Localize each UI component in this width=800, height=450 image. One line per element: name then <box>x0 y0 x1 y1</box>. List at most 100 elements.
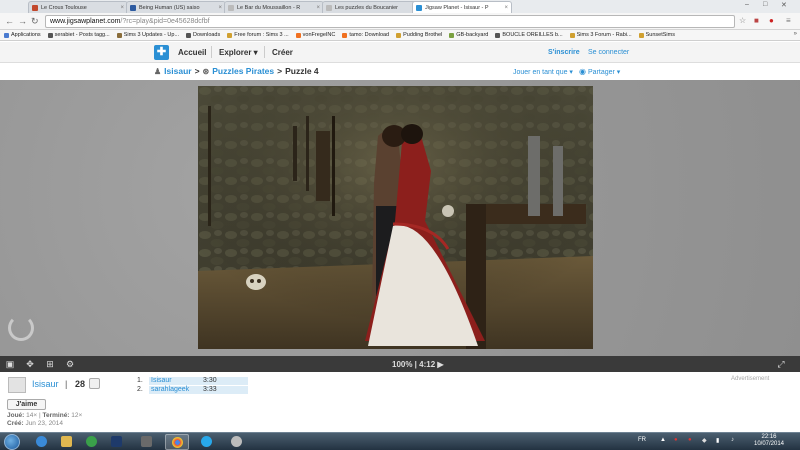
bookmark-item[interactable]: tamo: Download <box>342 32 389 38</box>
like-button[interactable]: J'aime <box>7 399 46 410</box>
close-tab-icon[interactable]: × <box>316 5 320 11</box>
tab-favicon-icon <box>32 4 38 11</box>
bookmark-favicon-icon <box>569 32 575 38</box>
leaderboard: 1. Isisaur 3:30 2. sarahlageek 3:33 <box>137 376 248 394</box>
breadcrumb-collection[interactable]: Puzzles Pirates <box>212 66 274 76</box>
browser-toolbar: ← → ↻ www.jigsawplanet.com/?rc=play&pid=… <box>0 13 800 30</box>
taskbar-clock[interactable]: 22:16 10/07/2014 <box>752 434 786 448</box>
bookmark-favicon-icon <box>116 32 122 38</box>
tray-expand-icon[interactable]: ▲ <box>660 437 666 443</box>
breadcrumb-bar: ♟ Isisaur > ⊛ Puzzles Pirates > Puzzle 4… <box>0 63 800 80</box>
bookmark-favicon-icon <box>638 32 644 38</box>
bookmark-item[interactable]: SunsetSims <box>638 32 675 38</box>
pirate-scene-illustration <box>198 86 593 349</box>
leaderboard-row: 1. Isisaur 3:30 <box>137 376 248 385</box>
minimize-icon[interactable]: – <box>745 1 749 8</box>
bookmark-item[interactable]: BOUCLE OREILLES b... <box>495 32 563 38</box>
bookmark-item[interactable]: Sims 3 Updates - Up... <box>116 32 179 38</box>
bookmark-item[interactable]: Downloads <box>186 32 220 38</box>
bookmark-item[interactable]: Applications <box>4 32 41 38</box>
close-window-icon[interactable]: ✕ <box>781 1 787 9</box>
browser-tab[interactable]: Le Crous Toulouse × <box>28 1 128 13</box>
share-dropdown[interactable]: Partager ▾ <box>588 68 620 76</box>
breadcrumb-user[interactable]: Isisaur <box>164 66 191 76</box>
browser-tab[interactable]: Being Human (US) saiso × <box>126 1 226 13</box>
preview-image-icon[interactable]: ▣ <box>5 359 15 369</box>
taskbar-chrome[interactable] <box>165 434 189 450</box>
login-link[interactable]: Se connecter <box>588 49 629 56</box>
taskbar-ie[interactable] <box>30 434 54 450</box>
bookmark-item[interactable]: GB-backyard <box>449 32 488 38</box>
extension-icon[interactable]: ■ <box>754 16 759 25</box>
site-header: ✚ Accueil Explorer ▾ Créer S'inscrire Se… <box>0 42 800 63</box>
bookmarks-overflow-icon[interactable]: » <box>794 31 797 37</box>
adblock-icon[interactable]: ● <box>769 16 774 25</box>
close-tab-icon[interactable]: × <box>504 5 508 11</box>
maximize-icon[interactable]: □ <box>763 1 767 8</box>
taskbar-tool[interactable] <box>225 434 249 450</box>
puzzle-stage[interactable] <box>0 80 800 356</box>
nav-create[interactable]: Créer <box>272 48 293 57</box>
close-tab-icon[interactable]: × <box>218 5 222 11</box>
bookmark-item[interactable]: vonFregeINC <box>295 32 335 38</box>
start-button[interactable] <box>4 434 20 450</box>
taskbar-sims[interactable] <box>135 434 159 450</box>
bookmark-favicon-icon <box>47 32 53 38</box>
follow-checkbox[interactable] <box>89 378 100 389</box>
tab-favicon-icon <box>130 4 136 11</box>
advertisement-label: Advertisement <box>731 376 770 382</box>
nav-home[interactable]: Accueil <box>178 48 206 57</box>
bookmark-favicon-icon <box>495 32 501 38</box>
nav-explore[interactable]: Explorer ▾ <box>219 48 258 57</box>
player-link[interactable]: sarahlageek <box>149 385 201 394</box>
taskbar-explorer[interactable] <box>55 434 79 450</box>
tab-favicon-icon <box>326 4 332 11</box>
browser-tab[interactable]: Le Bar du Moussaillon - R × <box>224 1 324 13</box>
bookmark-star-icon[interactable]: ☆ <box>739 16 746 25</box>
bookmark-favicon-icon <box>227 32 233 38</box>
volume-icon[interactable]: ♪ <box>731 437 734 443</box>
taskbar-media[interactable] <box>80 434 104 450</box>
puzzle-image[interactable] <box>198 86 593 349</box>
network-icon[interactable]: ▮ <box>716 437 719 444</box>
reload-icon[interactable]: ↻ <box>31 16 39 26</box>
breadcrumb-current: Puzzle 4 <box>285 66 319 76</box>
browser-tabstrip: Le Crous Toulouse × Being Human (US) sai… <box>0 0 800 13</box>
ghost-image-icon[interactable]: ✥ <box>25 359 35 369</box>
internet-explorer-icon <box>36 436 47 447</box>
tray-app-icon[interactable]: ◆ <box>702 437 707 444</box>
tray-app-icon[interactable]: ● <box>688 437 692 443</box>
jigsawplanet-logo-icon[interactable]: ✚ <box>154 45 169 60</box>
progress-timer[interactable]: 100% | 4:12 ▶ <box>392 360 444 369</box>
tab-favicon-icon <box>228 4 234 11</box>
language-indicator[interactable]: FR <box>638 437 646 443</box>
edge-pieces-icon[interactable]: ⊞ <box>45 359 55 369</box>
puzzle-controls: ▣ ✥ ⊞ ⚙ 100% | 4:12 ▶ ⤢ <box>0 356 800 372</box>
close-tab-icon[interactable]: × <box>120 5 124 11</box>
tray-app-icon[interactable]: ● <box>674 437 678 443</box>
restart-icon[interactable] <box>8 315 34 341</box>
bookmark-item[interactable]: serabiet - Posts tagg... <box>47 32 110 38</box>
forward-icon[interactable]: → <box>18 16 27 26</box>
globe-icon: ◉ <box>579 67 586 76</box>
back-icon[interactable]: ← <box>5 16 14 26</box>
author-link[interactable]: Isisaur <box>32 379 59 389</box>
play-as-dropdown[interactable]: Jouer en tant que ▾ <box>513 68 573 76</box>
signup-link[interactable]: S'inscrire <box>548 49 580 56</box>
bookmark-item[interactable]: Pudding Brothel <box>396 32 442 38</box>
taskbar-photoshop[interactable] <box>105 434 129 450</box>
breadcrumb: ♟ Isisaur > ⊛ Puzzles Pirates > Puzzle 4 <box>154 66 319 76</box>
browser-tab[interactable]: Les puzzles du Boucanier × <box>322 1 422 13</box>
browser-tab-active[interactable]: Jigsaw Planet - Isisaur - P × <box>412 1 512 13</box>
fullscreen-icon[interactable]: ⤢ <box>776 359 786 369</box>
bookmarks-bar: Applications serabiet - Posts tagg... Si… <box>0 30 800 41</box>
bookmark-item[interactable]: Free forum : Sims 3 ... <box>227 32 289 38</box>
avatar[interactable] <box>8 377 26 393</box>
menu-icon[interactable]: ≡ <box>786 16 791 25</box>
photoshop-icon <box>111 436 122 447</box>
settings-gear-icon[interactable]: ⚙ <box>65 359 75 369</box>
address-bar[interactable]: www.jigsawplanet.com/?rc=play&pid=0e4562… <box>45 15 735 28</box>
bookmark-item[interactable]: Sims 3 Forum - Rabi... <box>569 32 632 38</box>
player-link[interactable]: Isisaur <box>149 376 201 385</box>
taskbar-skype[interactable] <box>195 434 219 450</box>
